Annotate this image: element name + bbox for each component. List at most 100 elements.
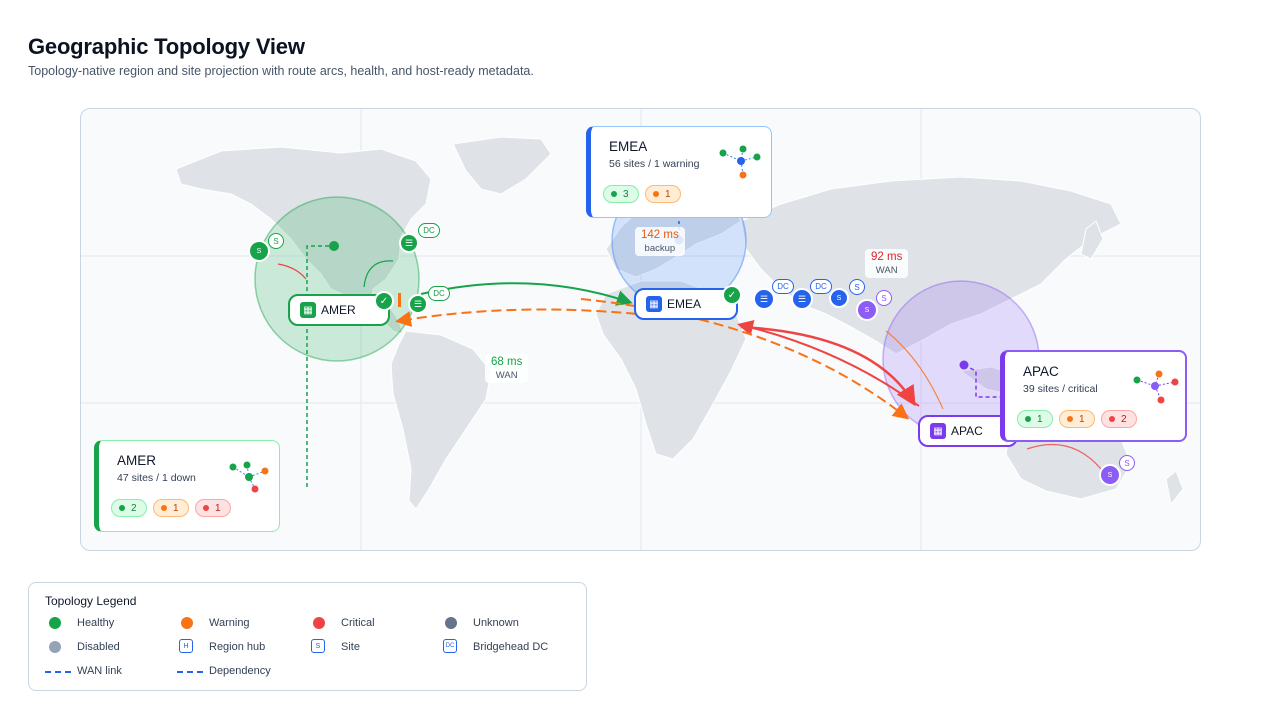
unknown-dot-icon — [445, 617, 457, 629]
amer-dc-server-icon[interactable]: ☰ — [399, 233, 419, 253]
link-latency: 142 ms — [641, 229, 679, 241]
amer-node-dot — [329, 241, 339, 251]
link-latency: 92 ms — [871, 251, 903, 263]
wan-link-line-icon — [45, 671, 71, 673]
critical-count-pill[interactable]: 2 — [1101, 410, 1137, 428]
amer-site-outline-badge[interactable]: S — [268, 233, 284, 249]
dc-badge-label: DC — [777, 282, 789, 291]
legend-warning: Warning — [209, 617, 250, 629]
card-title: APAC — [1023, 364, 1059, 379]
hub-label: AMER — [321, 303, 356, 317]
apac-site-marker-2[interactable]: S — [1099, 464, 1121, 486]
emea-dc-server-icon-2[interactable]: ☰ — [791, 288, 813, 310]
link-type: backup — [644, 243, 676, 254]
building-icon: ▦ — [930, 423, 946, 439]
mini-topology-icon — [229, 461, 269, 493]
pill-count: 1 — [173, 502, 179, 514]
landmass-south-america — [390, 330, 492, 510]
status-dot — [119, 505, 125, 511]
warning-count-pill[interactable]: 1 — [153, 499, 189, 517]
site-badge-label: S — [836, 294, 842, 302]
amer-dc-badge[interactable]: DC — [418, 223, 440, 238]
pill-count: 2 — [131, 502, 137, 514]
apac-region-card[interactable]: APAC 39 sites / critical 1 1 2 — [1000, 350, 1187, 442]
building-icon: ▦ — [646, 296, 662, 312]
status-dot — [1067, 416, 1073, 422]
check-icon: ✓ — [722, 285, 742, 305]
pill-count: 1 — [665, 188, 671, 200]
card-title: AMER — [117, 453, 157, 468]
link-latency: 68 ms — [491, 356, 523, 368]
emea-dc-server-icon-1[interactable]: ☰ — [753, 288, 775, 310]
hub-label: EMEA — [667, 297, 702, 311]
healthy-count-pill[interactable]: 2 — [111, 499, 147, 517]
site-badge-label: S — [854, 282, 860, 292]
landmass-greenland — [452, 136, 552, 195]
pill-count: 1 — [215, 502, 221, 514]
legend-disabled: Disabled — [77, 641, 120, 653]
region-hub-icon: H — [179, 639, 193, 653]
critical-count-pill[interactable]: 1 — [195, 499, 231, 517]
apac-site-outline-badge-2[interactable]: S — [1119, 455, 1135, 471]
status-dot — [611, 191, 617, 197]
legend-region-hub: Region hub — [209, 641, 266, 653]
emea-apac-link-metric: 92 ms WAN — [865, 249, 909, 278]
healthy-dot-icon — [49, 617, 61, 629]
site-badge-label: S — [1107, 471, 1113, 479]
emea-region-card[interactable]: EMEA 56 sites / 1 warning 3 1 — [586, 126, 772, 218]
dependency-line-icon — [177, 671, 203, 673]
site-badge-label: S — [273, 236, 279, 246]
legend-wan-link: WAN link — [77, 665, 122, 677]
card-subtitle: 56 sites / 1 warning — [609, 158, 700, 170]
emea-site-marker[interactable]: S — [829, 288, 849, 308]
amer-warning-tick — [398, 293, 401, 307]
apac-site-marker-1[interactable]: S — [856, 299, 878, 321]
status-dot — [161, 505, 167, 511]
apac-site-outline-badge-1[interactable]: S — [876, 290, 892, 306]
emea-site-outline-badge[interactable]: S — [849, 279, 865, 295]
card-subtitle: 39 sites / critical — [1023, 383, 1098, 395]
pill-count: 2 — [1121, 413, 1127, 425]
card-subtitle: 47 sites / 1 down — [117, 472, 196, 484]
status-dot — [1025, 416, 1031, 422]
pill-count: 1 — [1037, 413, 1043, 425]
warning-count-pill[interactable]: 1 — [645, 185, 681, 203]
healthy-count-pill[interactable]: 1 — [1017, 410, 1053, 428]
legend-dependency: Dependency — [209, 665, 271, 677]
site-badge-label: S — [864, 306, 870, 314]
card-title: EMEA — [609, 139, 648, 154]
site-badge-label: S — [881, 293, 887, 303]
amer-region-hub[interactable]: ▦ AMER ✓ — [288, 291, 394, 326]
healthy-count-pill[interactable]: 3 — [603, 185, 639, 203]
page-subtitle: Topology-native region and site projecti… — [28, 64, 534, 78]
emea-dc-badge-1[interactable]: DC — [772, 279, 794, 294]
amer-emea-link-metric: 68 ms WAN — [485, 354, 529, 383]
map-panel[interactable]: S S ☰ DC ☰ DC ☰ DC ☰ DC S S S S S S 68 m… — [80, 108, 1201, 551]
amer-site-marker[interactable]: S — [248, 240, 270, 262]
dc-badge-label: DC — [815, 282, 827, 291]
amer-dc2-server-icon[interactable]: ☰ — [408, 294, 428, 314]
status-dot — [1109, 416, 1115, 422]
legend-title: Topology Legend — [45, 594, 137, 608]
hub-label: APAC — [951, 424, 983, 438]
legend-healthy: Healthy — [77, 617, 115, 629]
mini-topology-icon — [719, 145, 761, 179]
legend-bridgehead-dc: Bridgehead DC — [473, 641, 549, 653]
apac-node-dot — [959, 360, 969, 370]
legend-hub-symbol: H — [183, 642, 189, 650]
emea-region-hub[interactable]: ▦ EMEA ✓ — [634, 285, 742, 320]
legend-dc-symbol: DC — [445, 643, 455, 649]
status-dot — [653, 191, 659, 197]
mini-topology-icon — [1133, 370, 1179, 404]
site-icon: S — [311, 639, 325, 653]
warning-count-pill[interactable]: 1 — [1059, 410, 1095, 428]
legend-critical: Critical — [341, 617, 375, 629]
amer-region-card[interactable]: AMER 47 sites / 1 down 2 1 1 — [94, 440, 280, 532]
link-type: WAN — [495, 370, 518, 381]
emea-backup-link-metric: 142 ms backup — [635, 227, 685, 256]
emea-dc-badge-2[interactable]: DC — [810, 279, 832, 294]
amer-dc2-badge[interactable]: DC — [428, 286, 450, 301]
dc-badge-label: DC — [433, 289, 445, 298]
landmass-new-zealand — [1165, 470, 1184, 506]
disabled-dot-icon — [49, 641, 61, 653]
